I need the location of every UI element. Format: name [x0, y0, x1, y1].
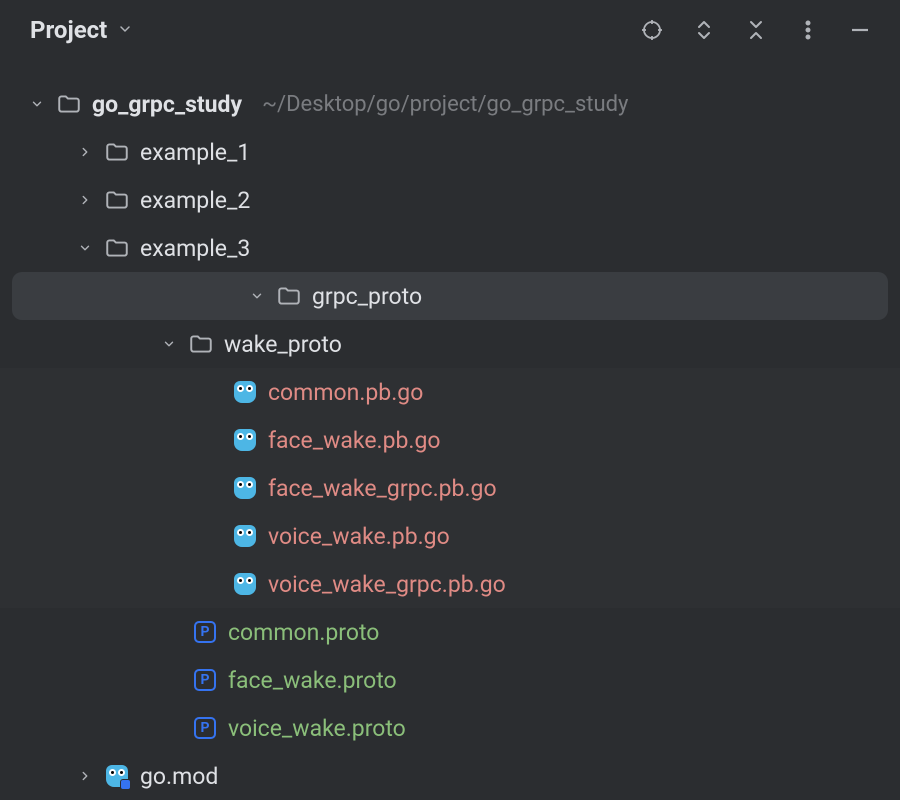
chevron-right-icon [76, 193, 94, 207]
go-file-icon [232, 427, 258, 453]
folder-icon [188, 331, 214, 357]
tree-item-file[interactable]: go.mod [0, 752, 900, 800]
tree-item-label: common.proto [228, 619, 379, 646]
file-tree: go_grpc_study ~/Desktop/go/project/go_gr… [0, 62, 900, 800]
chevron-right-icon [76, 145, 94, 159]
tree-item-label: voice_wake.proto [228, 715, 406, 742]
tree-item-file[interactable]: voice_wake.pb.go [0, 512, 900, 560]
folder-icon [104, 139, 130, 165]
tree-item-file[interactable]: face_wake.pb.go [0, 416, 900, 464]
tree-item-label: voice_wake.pb.go [268, 523, 450, 550]
tree-item-root[interactable]: go_grpc_study ~/Desktop/go/project/go_gr… [0, 80, 900, 128]
chevron-down-icon [117, 18, 133, 43]
tree-item-file[interactable]: P face_wake.proto [0, 656, 900, 704]
go-mod-icon [104, 763, 130, 789]
tree-item-folder[interactable]: example_2 [0, 176, 900, 224]
locate-icon[interactable] [640, 18, 664, 42]
folder-icon [104, 187, 130, 213]
tree-item-file[interactable]: P common.proto [0, 608, 900, 656]
tree-item-file[interactable]: P voice_wake.proto [0, 704, 900, 752]
minimize-icon[interactable] [848, 18, 872, 42]
panel-title: Project [30, 16, 107, 44]
go-file-icon [232, 379, 258, 405]
panel-title-dropdown[interactable]: Project [30, 16, 640, 44]
chevron-down-icon [76, 241, 94, 255]
folder-icon [276, 283, 302, 309]
panel-header: Project [0, 0, 900, 62]
tree-item-label: example_1 [140, 139, 250, 166]
tree-item-file[interactable]: face_wake_grpc.pb.go [0, 464, 900, 512]
project-panel: Project [0, 0, 900, 800]
expand-collapse-icon[interactable] [692, 18, 716, 42]
tree-item-label: go_grpc_study [92, 91, 242, 118]
chevron-down-icon [160, 337, 178, 351]
collapse-all-icon[interactable] [744, 18, 768, 42]
go-file-icon [232, 475, 258, 501]
tree-item-folder[interactable]: wake_proto [0, 320, 900, 368]
tree-item-label: wake_proto [224, 331, 342, 358]
tree-item-file[interactable]: common.pb.go [0, 368, 900, 416]
go-file-icon [232, 571, 258, 597]
chevron-down-icon [248, 289, 266, 303]
proto-file-icon: P [192, 667, 218, 693]
tree-item-label: face_wake_grpc.pb.go [268, 475, 497, 502]
tree-item-path: ~/Desktop/go/project/go_grpc_study [262, 92, 628, 117]
tree-item-label: face_wake.proto [228, 667, 397, 694]
header-actions [640, 18, 880, 42]
tree-item-label: grpc_proto [312, 283, 422, 310]
folder-icon [56, 91, 82, 117]
tree-item-label: example_2 [140, 187, 250, 214]
tree-item-folder-selected[interactable]: grpc_proto [12, 272, 888, 320]
tree-item-folder[interactable]: example_1 [0, 128, 900, 176]
chevron-right-icon [76, 769, 94, 783]
chevron-down-icon [28, 97, 46, 111]
folder-icon [104, 235, 130, 261]
tree-item-file[interactable]: voice_wake_grpc.pb.go [0, 560, 900, 608]
go-file-icon [232, 523, 258, 549]
proto-file-icon: P [192, 715, 218, 741]
tree-item-folder[interactable]: example_3 [0, 224, 900, 272]
proto-file-icon: P [192, 619, 218, 645]
tree-item-label: face_wake.pb.go [268, 427, 441, 454]
tree-item-label: example_3 [140, 235, 250, 262]
more-options-icon[interactable] [796, 18, 820, 42]
tree-item-label: common.pb.go [268, 379, 423, 406]
tree-item-label: go.mod [140, 763, 218, 790]
tree-item-label: voice_wake_grpc.pb.go [268, 571, 506, 598]
